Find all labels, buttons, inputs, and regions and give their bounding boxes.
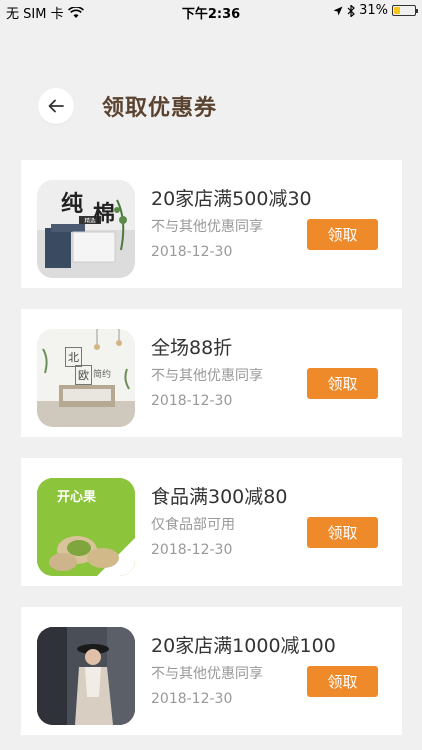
fashion-product-image xyxy=(37,627,135,725)
coupon-description: 不与其他优惠同享 xyxy=(151,666,263,682)
coupon-description: 不与其他优惠同享 xyxy=(151,368,263,384)
claim-button[interactable]: 领取 xyxy=(307,666,378,697)
bluetooth-icon xyxy=(347,4,355,17)
thumb-text: 欧 xyxy=(75,365,92,385)
coupon-title: 20家店满500减30 xyxy=(151,188,312,210)
location-icon xyxy=(333,6,343,15)
page-title: 领取优惠券 xyxy=(102,96,218,121)
coupon-title: 20家店满1000减100 xyxy=(151,635,336,657)
thumb-text: 北 xyxy=(65,347,82,367)
coupon-thumbnail: 北 欧 简约 xyxy=(37,329,135,427)
coupon-description: 不与其他优惠同享 xyxy=(151,219,263,235)
claim-button[interactable]: 领取 xyxy=(307,219,378,250)
header: 领取优惠券 xyxy=(38,88,217,124)
coupon-thumbnail: 精选 纯 棉 xyxy=(37,180,135,278)
coupon-card: 精选 纯 棉 20家店满500减30 不与其他优惠同享 2018-12-30 领… xyxy=(21,160,402,288)
coupon-date: 2018-12-30 xyxy=(151,244,233,260)
claim-button[interactable]: 领取 xyxy=(307,368,378,399)
arrow-left-icon xyxy=(48,99,64,113)
coupon-description: 仅食品部可用 xyxy=(151,517,235,533)
coupon-title: 食品满300减80 xyxy=(151,486,288,508)
coupon-title: 全场88折 xyxy=(151,337,233,359)
thumb-text: 棉 xyxy=(93,202,116,227)
coupon-date: 2018-12-30 xyxy=(151,691,233,707)
battery-icon xyxy=(392,5,418,16)
coupon-card: 20家店满1000减100 不与其他优惠同享 2018-12-30 领取 xyxy=(21,607,402,735)
cotton-product-image: 精选 xyxy=(37,180,135,278)
coupon-card: 开心果 食品满300减80 仅食品部可用 2018-12-30 领取 xyxy=(21,458,402,586)
back-button[interactable] xyxy=(38,88,74,124)
coupon-date: 2018-12-30 xyxy=(151,542,233,558)
battery-percent: 31% xyxy=(359,3,388,18)
thumb-text: 简约 xyxy=(93,370,112,380)
coupon-list: 精选 纯 棉 20家店满500减30 不与其他优惠同享 2018-12-30 领… xyxy=(21,160,402,750)
thumb-text: 开心果 xyxy=(57,490,97,505)
coupon-thumbnail: 开心果 xyxy=(37,478,135,576)
thumb-text: 纯 xyxy=(61,192,84,217)
claim-button[interactable]: 领取 xyxy=(307,517,378,548)
coupon-card: 北 欧 简约 全场88折 不与其他优惠同享 2018-12-30 领取 xyxy=(21,309,402,437)
coupon-thumbnail xyxy=(37,627,135,725)
coupon-date: 2018-12-30 xyxy=(151,393,233,409)
status-bar: 无 SIM 卡 下午2:36 31% xyxy=(0,0,422,22)
